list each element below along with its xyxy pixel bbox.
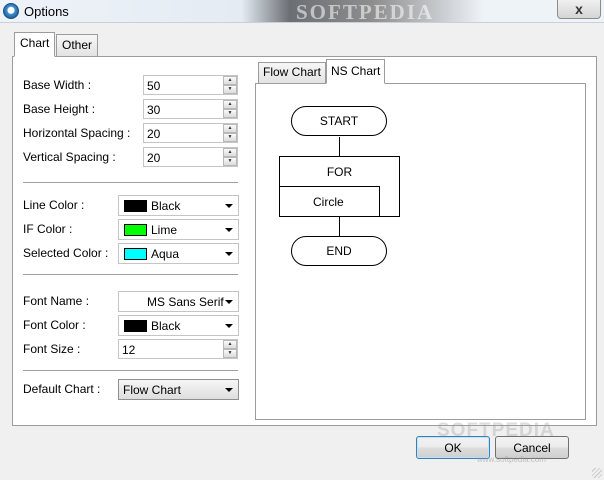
dropdown-arrow-icon xyxy=(225,324,233,328)
softpedia-url: www.softpedia.com xyxy=(477,455,546,464)
base-height-spinner[interactable]: 30 ▲ ▼ xyxy=(143,99,238,119)
font-name-dropdown[interactable]: MS Sans Serif xyxy=(118,291,239,312)
dropdown-arrow-icon xyxy=(225,228,233,232)
font-size-value: 12 xyxy=(122,343,136,357)
base-width-value: 50 xyxy=(147,79,161,93)
for-loop-block: FOR Circle xyxy=(279,156,400,217)
font-color-swatch xyxy=(124,320,147,332)
softpedia-watermark: SOFTPEDIA xyxy=(296,0,435,24)
selected-color-dropdown[interactable]: Aqua xyxy=(118,243,239,264)
font-color-dropdown[interactable]: Black xyxy=(118,315,239,336)
font-size-label: Font Size : xyxy=(23,342,81,356)
resize-grip-icon[interactable] xyxy=(592,468,602,478)
font-color-value: Black xyxy=(151,319,181,333)
tab-other[interactable]: Other xyxy=(56,34,99,56)
chevron-down-icon[interactable]: ▼ xyxy=(223,85,237,94)
horizontal-spacing-value: 20 xyxy=(147,127,161,141)
chevron-up-icon[interactable]: ▲ xyxy=(223,100,237,109)
separator xyxy=(23,182,238,184)
connector-line xyxy=(339,217,340,237)
base-width-label: Base Width : xyxy=(23,78,92,92)
horizontal-spacing-spinner[interactable]: 20 ▲ ▼ xyxy=(143,123,238,143)
chart-preview-panel: START FOR Circle END xyxy=(255,83,586,420)
chevron-up-icon[interactable]: ▲ xyxy=(223,124,237,133)
font-name-label: Font Name : xyxy=(23,294,90,308)
connector-line xyxy=(339,137,340,157)
dropdown-arrow-icon xyxy=(225,252,233,256)
dropdown-arrow-icon xyxy=(225,300,233,304)
chevron-up-icon[interactable]: ▲ xyxy=(223,340,237,349)
end-terminator: END xyxy=(291,236,387,266)
line-color-swatch xyxy=(124,200,147,212)
base-width-spinner[interactable]: 50 ▲ ▼ xyxy=(143,75,238,95)
chevron-down-icon[interactable]: ▼ xyxy=(223,109,237,118)
line-color-dropdown[interactable]: Black xyxy=(118,195,239,216)
font-size-spinner[interactable]: 12 ▲ ▼ xyxy=(118,339,238,359)
dropdown-arrow-icon xyxy=(225,388,233,392)
vertical-spacing-value: 20 xyxy=(147,151,161,165)
chevron-up-icon[interactable]: ▲ xyxy=(223,76,237,85)
close-icon: x xyxy=(575,1,583,17)
chevron-up-icon[interactable]: ▲ xyxy=(223,148,237,157)
if-color-label: IF Color : xyxy=(23,222,73,236)
if-color-swatch xyxy=(124,224,147,236)
chevron-down-icon[interactable]: ▼ xyxy=(223,349,237,358)
selected-color-label: Selected Color : xyxy=(23,246,109,260)
font-color-label: Font Color : xyxy=(23,318,86,332)
base-height-label: Base Height : xyxy=(23,102,96,116)
default-chart-label: Default Chart : xyxy=(23,382,101,396)
font-name-value: MS Sans Serif xyxy=(147,295,224,309)
horizontal-spacing-label: Horizontal Spacing : xyxy=(23,126,131,140)
chevron-down-icon[interactable]: ▼ xyxy=(223,157,237,166)
selected-color-swatch xyxy=(124,248,147,260)
default-chart-dropdown[interactable]: Flow Chart xyxy=(118,379,239,400)
line-color-value: Black xyxy=(151,199,181,213)
circle-statement: Circle xyxy=(280,186,380,216)
tab-chart[interactable]: Chart xyxy=(14,32,56,57)
line-color-label: Line Color : xyxy=(23,198,85,212)
window-title: Options xyxy=(24,4,69,19)
vertical-spacing-label: Vertical Spacing : xyxy=(23,150,116,164)
tab-flow-chart[interactable]: Flow Chart xyxy=(258,62,327,83)
default-chart-value: Flow Chart xyxy=(123,383,182,397)
base-height-value: 30 xyxy=(147,103,161,117)
vertical-spacing-spinner[interactable]: 20 ▲ ▼ xyxy=(143,147,238,167)
if-color-value: Lime xyxy=(151,223,178,237)
chevron-down-icon[interactable]: ▼ xyxy=(223,133,237,142)
dropdown-arrow-icon xyxy=(225,204,233,208)
separator xyxy=(23,370,238,372)
for-label: FOR xyxy=(326,165,353,179)
close-button[interactable]: x xyxy=(557,0,601,19)
if-color-dropdown[interactable]: Lime xyxy=(118,219,239,240)
title-bar: Options SOFTPEDIA x xyxy=(0,0,604,24)
tab-ns-chart[interactable]: NS Chart xyxy=(326,59,386,84)
separator xyxy=(23,274,238,276)
app-icon xyxy=(3,3,19,19)
selected-color-value: Aqua xyxy=(151,247,180,261)
start-terminator: START xyxy=(291,106,387,136)
